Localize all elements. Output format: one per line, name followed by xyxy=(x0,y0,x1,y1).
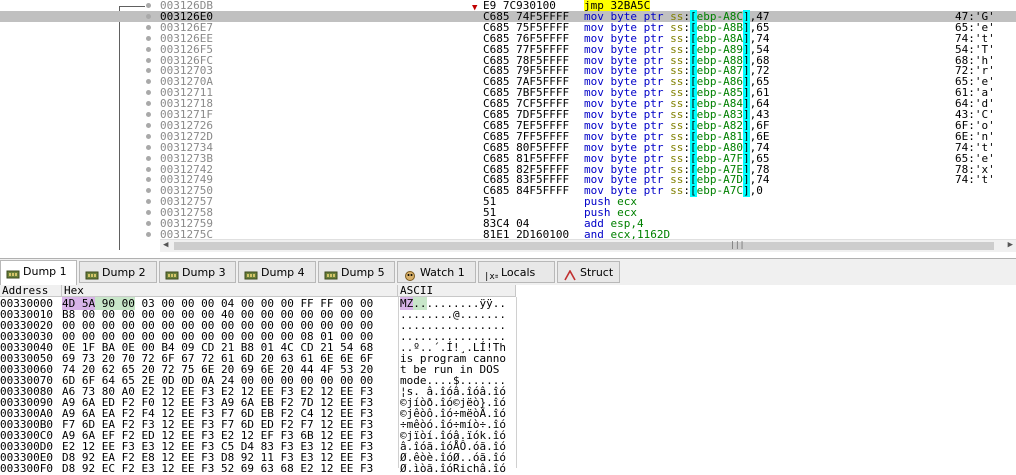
address-column-header[interactable]: Address xyxy=(0,285,62,297)
scroll-grip-icon: ||| xyxy=(730,240,745,249)
breakpoint-dot-icon[interactable] xyxy=(146,144,151,150)
instruction-bytes: C685 77F5FFFF xyxy=(483,42,570,56)
breakpoint-dot-icon[interactable] xyxy=(146,13,151,19)
memory-icon xyxy=(6,266,20,279)
tab-label: Dump 2 xyxy=(102,266,146,279)
scroll-thumb[interactable] xyxy=(174,242,994,250)
breakpoint-dot-icon[interactable] xyxy=(146,112,151,117)
instruction-comment: 65:'e' xyxy=(955,151,995,165)
breakpoint-dot-icon[interactable] xyxy=(146,221,151,226)
tab-label: Dump 3 xyxy=(182,266,226,279)
watch-icon xyxy=(403,267,417,281)
memory-icon xyxy=(165,267,179,280)
tab-label: Dump 1 xyxy=(23,265,67,278)
breakpoint-dot-icon[interactable] xyxy=(146,133,151,139)
scroll-right-icon[interactable]: ▶ xyxy=(1008,240,1013,250)
breakpoint-dot-icon[interactable] xyxy=(146,24,151,30)
breakpoint-dot-icon[interactable] xyxy=(146,210,151,216)
breakpoint-dot-icon[interactable] xyxy=(146,57,151,63)
breakpoint-dot-icon[interactable] xyxy=(146,68,151,74)
breakpoint-dot-icon[interactable] xyxy=(146,155,151,161)
memory-icon xyxy=(85,267,99,280)
struct-icon xyxy=(563,267,577,281)
memory-icon xyxy=(244,267,258,280)
instruction-address: 0031273B xyxy=(160,151,213,165)
breakpoint-dot-icon[interactable] xyxy=(146,122,151,128)
disasm-row[interactable]: 003126EE C685 76F5FFFF mov byte ptr ss:[eb… xyxy=(0,31,1016,45)
memory-icon xyxy=(324,267,338,280)
tab-dump-1[interactable]: Dump 1 xyxy=(0,260,77,285)
instruction-address: 003126F5 xyxy=(160,42,213,56)
dump-tab-bar: Dump 1 Dump 2 Dump 3 Dump 4 Dump 5 Watch 1 |x=… xyxy=(0,258,1016,286)
dump-hex-bytes: D8 92 EC F2 E3 12 EE F3 52 69 63 68 E2 1… xyxy=(62,462,374,475)
tab-locals[interactable]: |x= Locals xyxy=(478,261,555,283)
hex-dump-view[interactable]: Address Hex ASCII 00330000 4D 5A 90 00 03… xyxy=(0,285,1016,474)
tab-dump-2[interactable]: Dump 2 xyxy=(79,261,157,283)
tab-label: Locals xyxy=(501,266,536,279)
disasm-row[interactable]: 00312734 C685 80F5FFFF mov byte ptr ss:[eb… xyxy=(0,140,1016,154)
disasm-horizontal-scrollbar[interactable]: ◀ ||| ▶ xyxy=(160,239,1016,252)
tab-label: Dump 5 xyxy=(341,266,385,279)
disasm-row[interactable]: 00312750 C685 84F5FFFF mov byte ptr ss:[eb… xyxy=(0,184,1016,198)
disasm-row[interactable]: 003126F5 C685 77F5FFFF mov byte ptr ss:[eb… xyxy=(0,42,1016,56)
breakpoint-dot-icon[interactable] xyxy=(146,188,151,194)
tab-dump-4[interactable]: Dump 4 xyxy=(238,261,316,283)
tab-dump-5[interactable]: Dump 5 xyxy=(318,261,395,283)
disasm-row[interactable]: 0031273B C685 81F5FFFF mov byte ptr ss:[eb… xyxy=(0,151,1016,165)
breakpoint-dot-icon[interactable] xyxy=(146,166,151,172)
breakpoint-dot-icon[interactable] xyxy=(146,46,151,52)
breakpoint-dot-icon[interactable] xyxy=(146,79,151,85)
tab-label: Struct xyxy=(580,266,614,279)
dump-row[interactable]: 003300F0 D8 92 EC F2 E3 12 EE F3 52 69 63… xyxy=(0,463,1016,474)
tab-struct[interactable]: Struct xyxy=(557,261,620,283)
tab-label: Watch 1 xyxy=(420,266,465,279)
svg-text:|x=: |x= xyxy=(484,272,498,281)
dump-ascii: Ø.ìòã.îóRichâ.îó xyxy=(400,462,506,475)
hex-column-header[interactable]: Hex xyxy=(62,285,398,297)
breakpoint-dot-icon[interactable] xyxy=(146,35,151,41)
instruction-comment: 74:'t' xyxy=(955,173,995,187)
scroll-left-icon[interactable]: ◀ xyxy=(163,240,168,250)
ascii-column-header[interactable]: ASCII xyxy=(398,285,516,297)
dump-address: 003300F0 xyxy=(0,462,53,475)
breakpoint-dot-icon[interactable] xyxy=(146,177,151,183)
breakpoint-dot-icon[interactable] xyxy=(146,231,151,237)
tab-watch-1[interactable]: Watch 1 xyxy=(397,261,476,283)
tab-dump-3[interactable]: Dump 3 xyxy=(159,261,236,283)
tab-label: Dump 4 xyxy=(261,266,305,279)
disasm-row[interactable]: 00312757 51 push ecx xyxy=(0,196,1016,207)
locals-icon: |x= xyxy=(484,267,501,282)
breakpoint-dot-icon[interactable] xyxy=(146,199,151,205)
disassembly-view[interactable]: 003126DB ▼ E9 7C930100 jmp 32BA5C 003126E0 C6… xyxy=(0,0,1016,254)
instruction-bytes: C685 81F5FFFF xyxy=(483,151,570,165)
breakpoint-dot-icon[interactable] xyxy=(146,3,151,8)
breakpoint-dot-icon[interactable] xyxy=(146,101,151,107)
breakpoint-dot-icon[interactable] xyxy=(146,90,151,96)
instruction-comment: 54:'T' xyxy=(955,42,995,56)
